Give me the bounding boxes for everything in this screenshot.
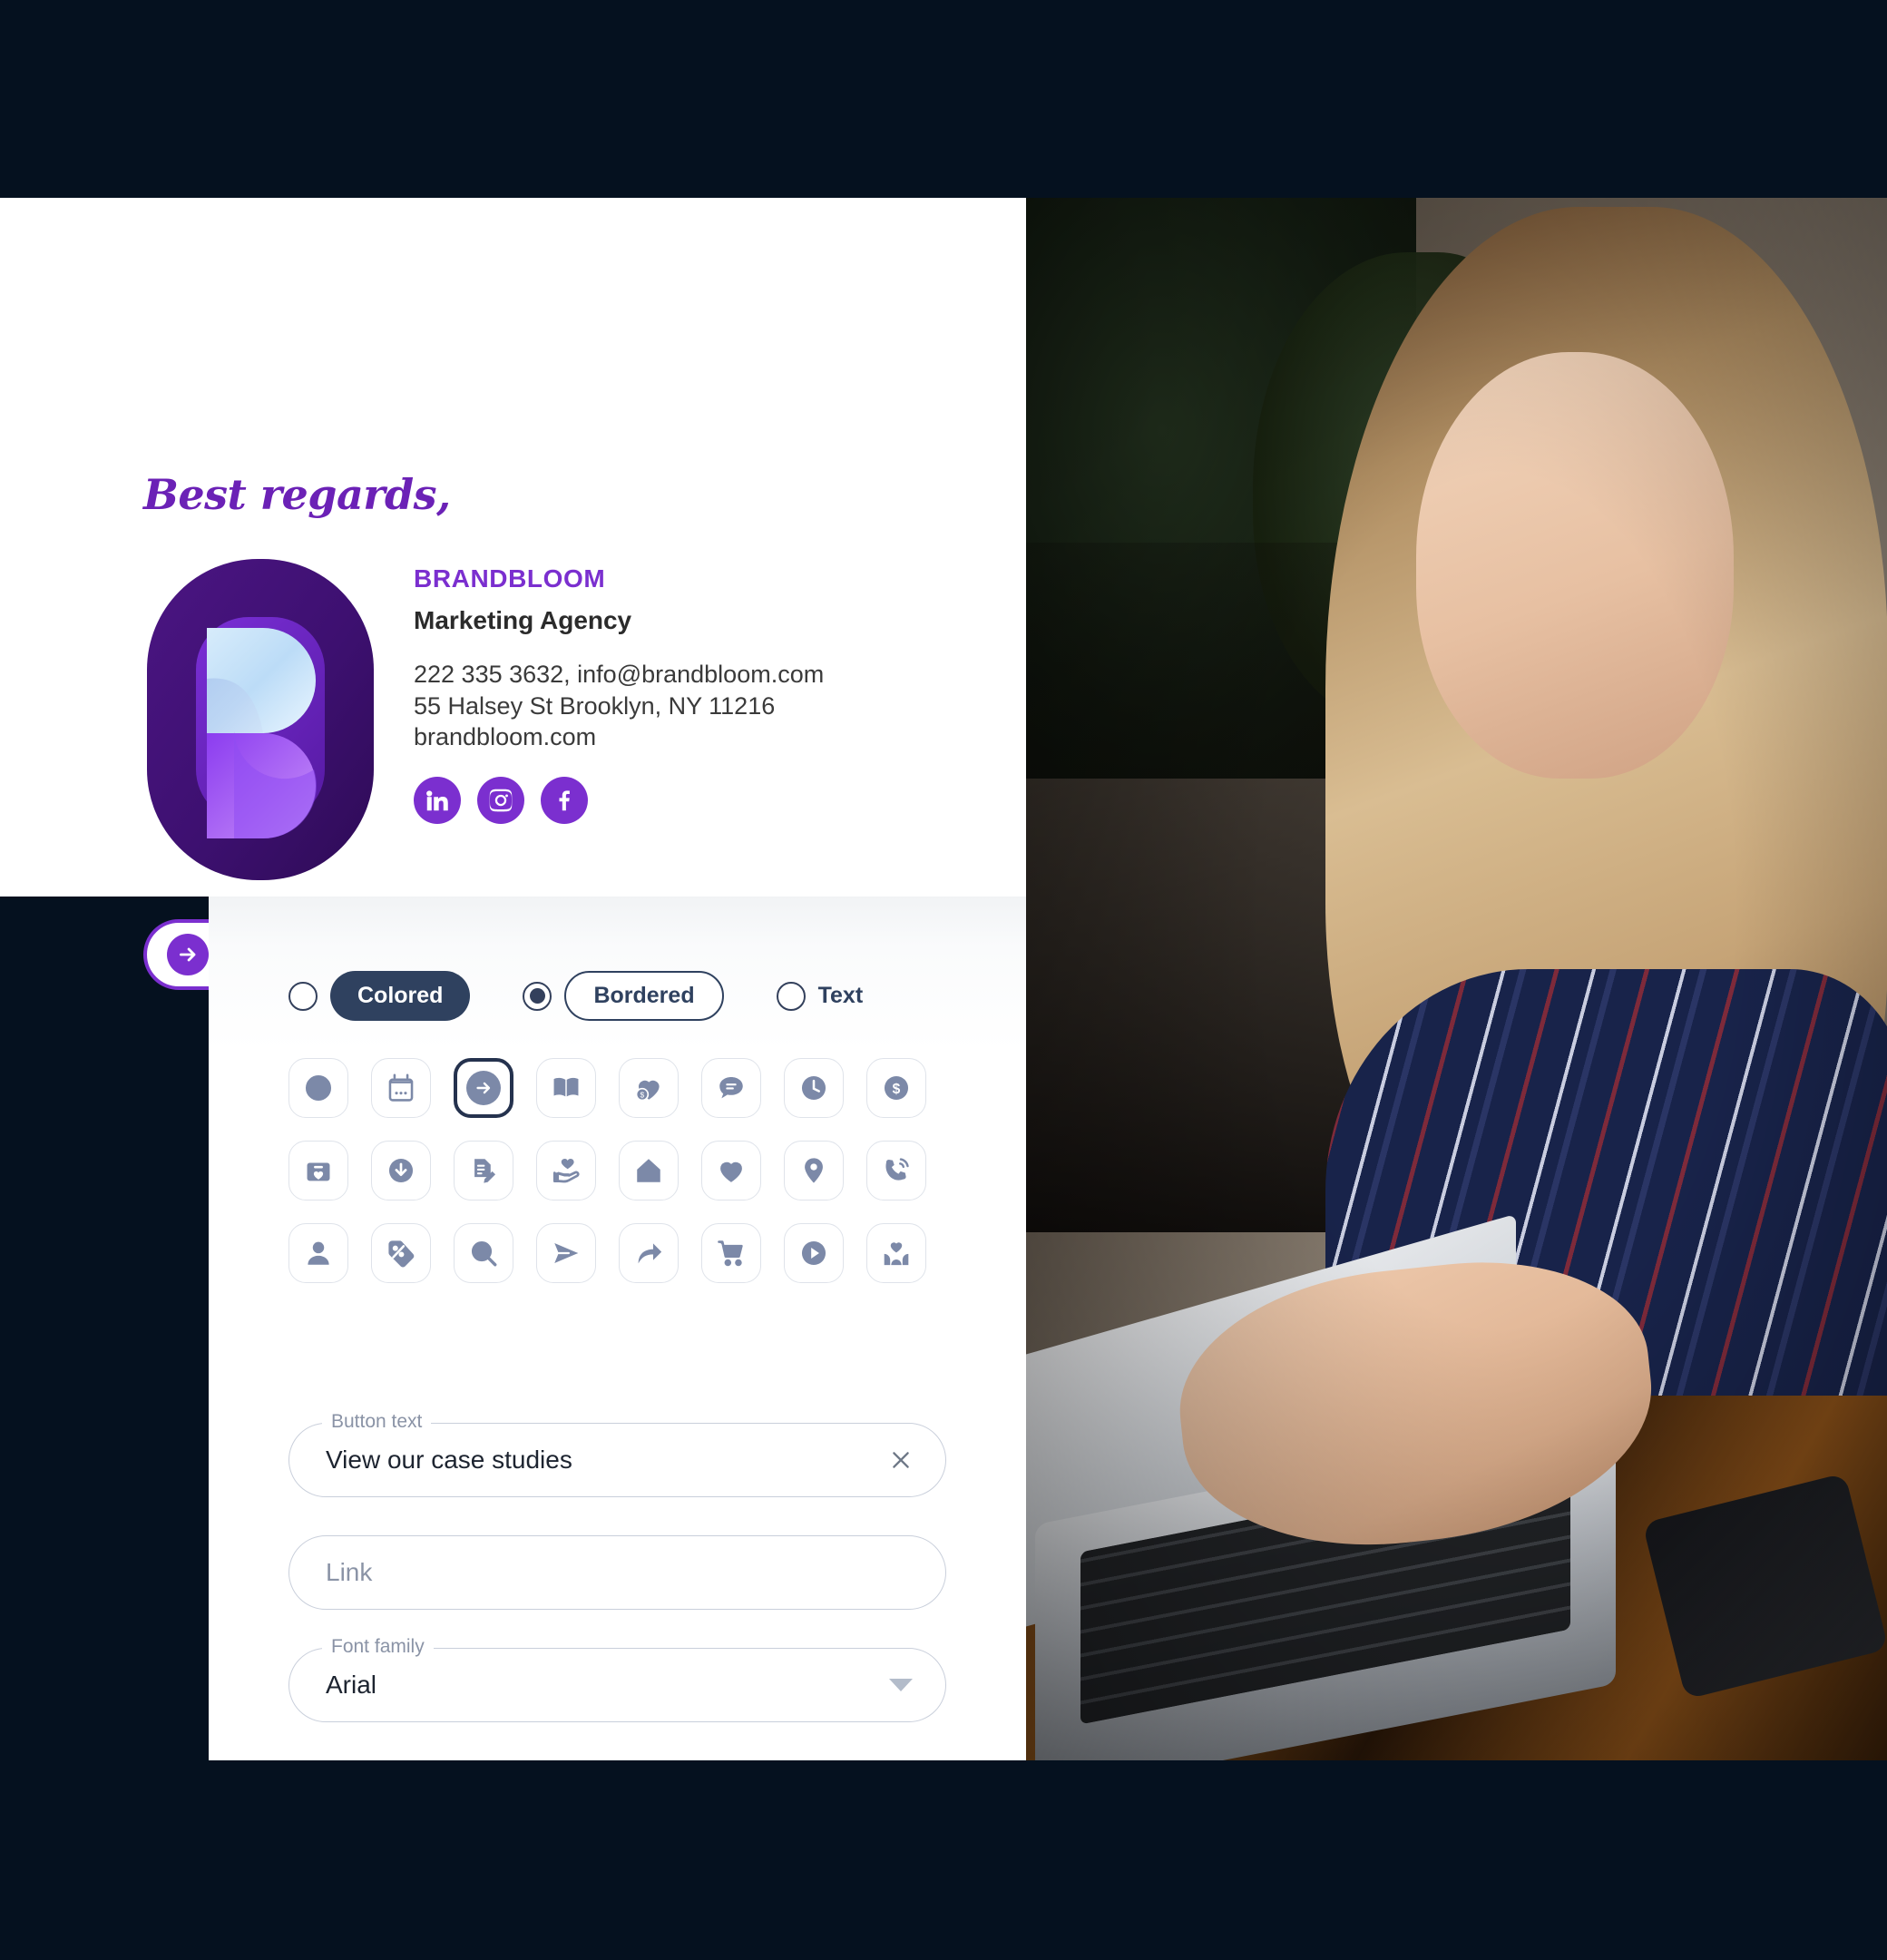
svg-text:$: $ <box>640 1090 645 1099</box>
signature-preview-panel: Best regards, BRANDBLOOM Marketing Agenc… <box>0 198 1026 990</box>
dollar-coin-icon[interactable]: $ <box>866 1058 926 1118</box>
facebook-icon[interactable] <box>541 776 588 824</box>
radio-bordered[interactable] <box>523 981 552 1011</box>
radio-colored[interactable] <box>288 981 318 1011</box>
hands-heart-icon[interactable] <box>866 1223 926 1283</box>
button-text-value: View our case studies <box>326 1446 572 1474</box>
share-arrow-icon[interactable] <box>619 1223 679 1283</box>
brand-name: BRANDBLOOM <box>414 564 606 593</box>
hand-heart-icon[interactable] <box>536 1141 596 1200</box>
arrow-right-circle-icon <box>167 934 209 975</box>
contact-line-website: brandbloom.com <box>414 723 597 751</box>
contact-line-address: 55 Halsey St Brooklyn, NY 11216 <box>414 691 776 720</box>
instagram-icon[interactable] <box>477 776 524 824</box>
brand-role: Marketing Agency <box>414 606 632 634</box>
style-option-colored[interactable]: Colored <box>288 971 471 1021</box>
location-pin-icon[interactable] <box>784 1141 844 1200</box>
link-placeholder: Link <box>326 1558 373 1586</box>
close-icon <box>893 1452 909 1468</box>
search-icon[interactable] <box>454 1223 513 1283</box>
phone-call-icon[interactable] <box>866 1141 926 1200</box>
chevron-down-icon[interactable] <box>889 1679 913 1691</box>
style-option-text-label: Text <box>817 983 864 1008</box>
page-root: Best regards, BRANDBLOOM Marketing Agenc… <box>0 0 1887 1960</box>
home-icon[interactable] <box>619 1141 679 1200</box>
linkedin-icon[interactable] <box>414 776 461 824</box>
document-edit-icon[interactable] <box>454 1141 513 1200</box>
discount-tag-icon[interactable] <box>371 1223 431 1283</box>
send-icon[interactable] <box>536 1223 596 1283</box>
heart-dollar-icon[interactable]: $ <box>619 1058 679 1118</box>
brandbloom-logo <box>143 552 377 887</box>
signature-block: BRANDBLOOM Marketing Agency 222 335 3632… <box>143 552 824 887</box>
signature-details: BRANDBLOOM Marketing Agency 222 335 3632… <box>414 552 824 824</box>
style-option-bordered[interactable]: Bordered <box>523 971 724 1021</box>
greeting-text: Best regards, <box>143 470 451 519</box>
font-family-value: Arial <box>326 1671 377 1699</box>
arrow-right-glyph <box>466 1071 501 1105</box>
button-text-field[interactable]: Button text View our case studies <box>288 1411 946 1497</box>
no-icon[interactable] <box>288 1058 348 1118</box>
radio-text[interactable] <box>776 981 806 1011</box>
play-circle-icon[interactable] <box>784 1223 844 1283</box>
donation-box-icon[interactable] <box>288 1141 348 1200</box>
download-circle-icon[interactable] <box>371 1141 431 1200</box>
user-icon[interactable] <box>288 1223 348 1283</box>
icon-picker-grid: $ $ <box>288 1058 926 1283</box>
arrow-right-circle-icon[interactable] <box>454 1058 513 1118</box>
chat-bubble-icon[interactable] <box>701 1058 761 1118</box>
button-text-label: Button text <box>322 1411 432 1433</box>
calendar-icon[interactable] <box>371 1058 431 1118</box>
heart-icon[interactable] <box>701 1141 761 1200</box>
photo-vignette <box>1026 198 1887 1760</box>
svg-text:$: $ <box>893 1082 901 1097</box>
contact-line-phone-email: 222 335 3632, info@brandbloom.com <box>414 661 825 688</box>
style-option-text[interactable]: Text <box>776 981 864 1011</box>
style-option-colored-label: Colored <box>330 971 471 1021</box>
social-links <box>414 776 824 824</box>
book-open-icon[interactable] <box>536 1058 596 1118</box>
clock-icon[interactable] <box>784 1058 844 1118</box>
shopping-cart-icon[interactable] <box>701 1223 761 1283</box>
button-editor-panel: Colored Bordered Text $ $ Button text Vi… <box>209 897 1026 1760</box>
style-option-bordered-label: Bordered <box>564 971 724 1021</box>
hero-photo <box>1026 198 1887 1760</box>
button-style-options: Colored Bordered Text <box>288 971 863 1021</box>
font-family-select[interactable]: Font family Arial <box>288 1636 946 1722</box>
link-field[interactable]: Link <box>288 1535 946 1610</box>
font-family-label: Font family <box>322 1636 434 1658</box>
clear-button-text[interactable] <box>889 1448 913 1472</box>
